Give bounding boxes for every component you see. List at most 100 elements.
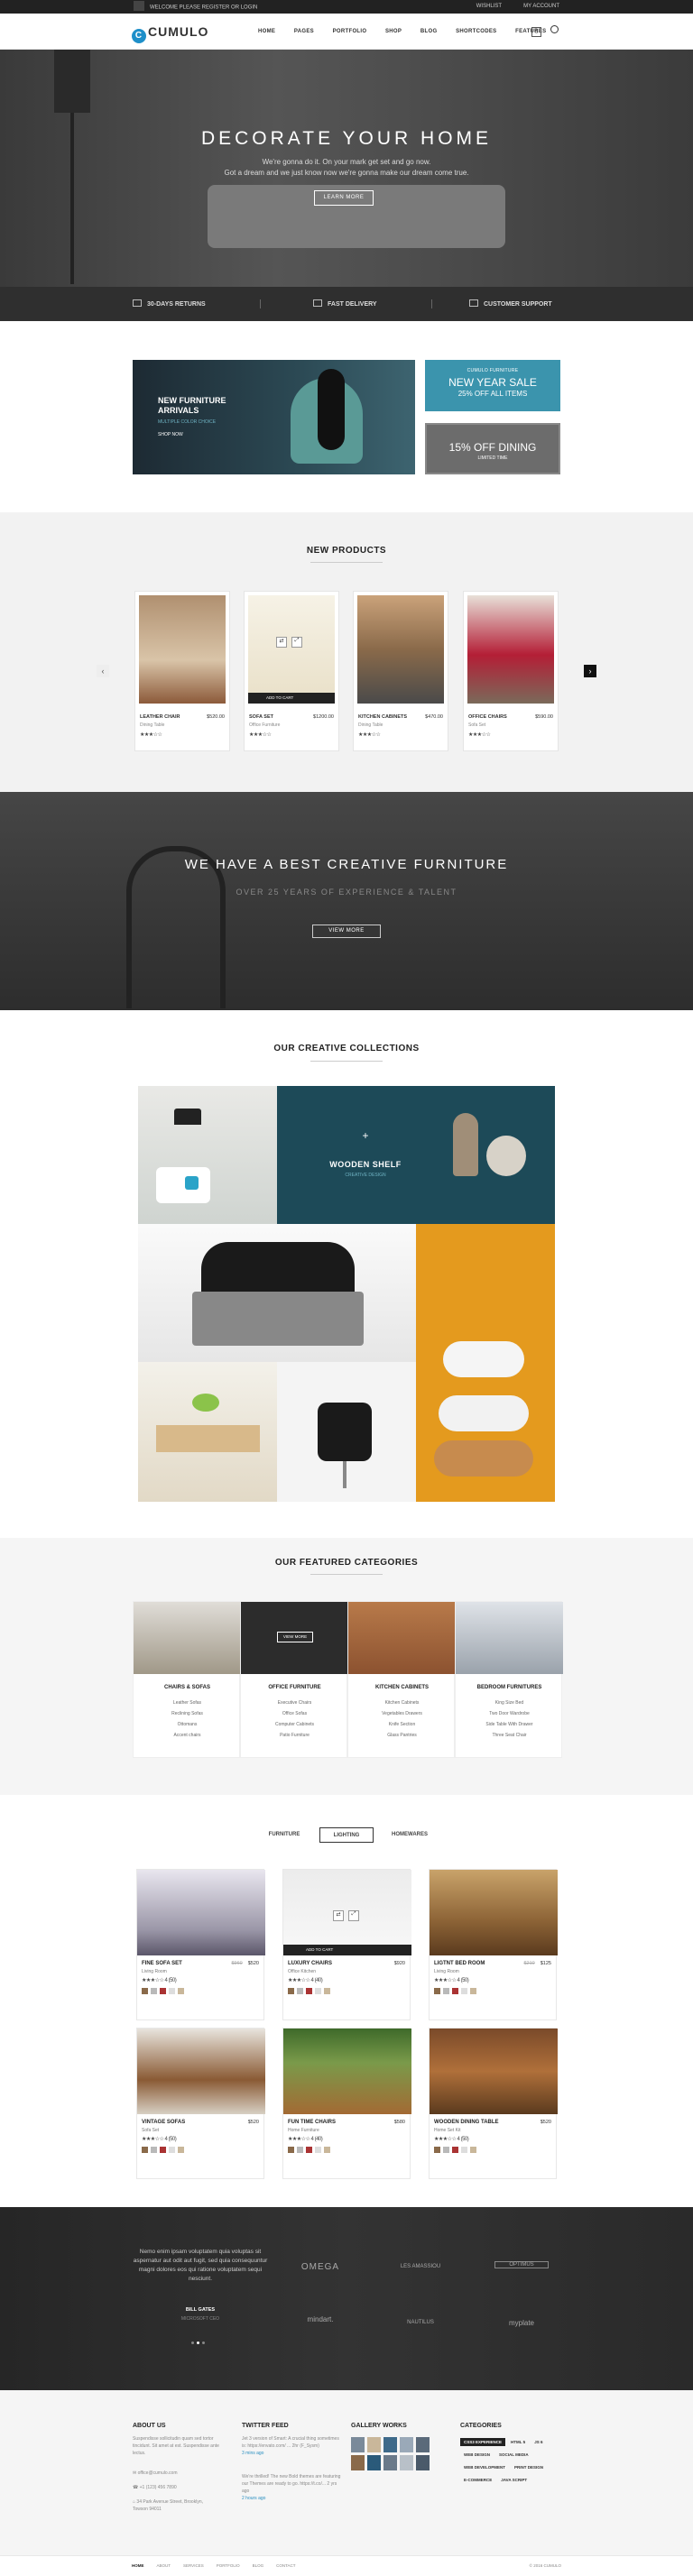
collection-bedroom[interactable] bbox=[138, 1224, 416, 1362]
category-title[interactable]: BEDROOM FURNITURES bbox=[456, 1685, 563, 1690]
swatch[interactable] bbox=[306, 2147, 312, 2153]
collection-wooden-shelf[interactable]: + WOODEN SHELF CREATIVE DESIGN bbox=[277, 1086, 555, 1224]
tweet-text[interactable]: We're thrilled! The new Bold themes are … bbox=[242, 2474, 340, 2494]
category-link[interactable]: Three Seat Chair bbox=[456, 1730, 563, 1741]
logo[interactable]: C CUMULO bbox=[132, 24, 208, 43]
welcome-text[interactable]: WELCOME PLEASE REGISTER OR LOGIN bbox=[150, 5, 257, 11]
gallery-thumb[interactable] bbox=[367, 2455, 381, 2470]
tag[interactable]: WEB DEVELOPMENT bbox=[460, 2463, 509, 2471]
footer-link-about[interactable]: ABOUT bbox=[157, 2563, 171, 2568]
gallery-thumb[interactable] bbox=[351, 2455, 365, 2470]
brand-logo-optimus[interactable]: OPTIMUS bbox=[494, 2261, 549, 2268]
gallery-thumb[interactable] bbox=[416, 2437, 430, 2452]
search-icon[interactable] bbox=[550, 25, 559, 33]
category-title[interactable]: OFFICE FURNITURE bbox=[241, 1685, 348, 1690]
shop-card[interactable]: LIGTNT BED ROOM $210 $125 Living Room ★★★… bbox=[429, 1869, 558, 2020]
nav-shortcodes[interactable]: SHORTCODES bbox=[456, 29, 496, 34]
swatch[interactable] bbox=[169, 2147, 175, 2153]
wishlist-link[interactable]: WISHLIST bbox=[476, 4, 502, 9]
carousel-dot[interactable] bbox=[191, 2341, 194, 2344]
swatch[interactable] bbox=[142, 2147, 148, 2153]
swatch[interactable] bbox=[443, 1988, 449, 1994]
brand-logo-myplate[interactable]: myplate bbox=[485, 2319, 558, 2327]
view-more-button[interactable]: VIEW MORE bbox=[312, 925, 381, 938]
swatch[interactable] bbox=[142, 1988, 148, 1994]
gallery-thumb[interactable] bbox=[400, 2455, 413, 2470]
account-link[interactable]: MY ACCOUNT bbox=[523, 4, 559, 9]
product-name[interactable]: KITCHEN CABINETS bbox=[358, 714, 407, 720]
expand-icon[interactable]: ⤢ bbox=[348, 1910, 359, 1921]
shop-card[interactable]: VINTAGE SOFAS $520 Sofa Set ★★★☆☆ 4 (50) bbox=[136, 2028, 265, 2179]
swatch[interactable] bbox=[151, 2147, 157, 2153]
shop-card[interactable]: ⇄ ⤢ ADD TO CART LUXURY CHAIRS $920 Offic… bbox=[282, 1869, 411, 2020]
category-link[interactable]: King Size Bed bbox=[456, 1697, 563, 1708]
expand-icon[interactable]: ⤢ bbox=[291, 637, 302, 648]
category-link[interactable]: Glass Pantries bbox=[348, 1730, 456, 1741]
footer-link-portfolio[interactable]: PORTFOLIO bbox=[217, 2563, 240, 2568]
brand-logo-omega[interactable]: OMEGA bbox=[284, 2262, 356, 2272]
swatch[interactable] bbox=[470, 2147, 476, 2153]
promo-new-year-sale[interactable]: CUMULO FURNITURE NEW YEAR SALE 25% OFF A… bbox=[425, 360, 560, 411]
category-view-button[interactable]: VIEW MORE bbox=[277, 1632, 313, 1642]
nav-blog[interactable]: BLOG bbox=[420, 29, 438, 34]
carousel-dot[interactable] bbox=[197, 2341, 199, 2344]
swatch[interactable] bbox=[297, 1988, 303, 1994]
swatch[interactable] bbox=[297, 2147, 303, 2153]
category-link[interactable]: Office Sofas bbox=[241, 1708, 348, 1719]
category-link[interactable]: Kitchen Cabinets bbox=[348, 1697, 456, 1708]
gallery-thumb[interactable] bbox=[383, 2455, 397, 2470]
product-name[interactable]: LEATHER CHAIR bbox=[140, 714, 180, 720]
swatch[interactable] bbox=[169, 1988, 175, 1994]
footer-email[interactable]: ✉ office@cumulo.com bbox=[133, 2470, 177, 2477]
gallery-thumb[interactable] bbox=[367, 2437, 381, 2452]
swatch[interactable] bbox=[160, 2147, 166, 2153]
category-card-chairs[interactable]: CHAIRS & SOFAS Leather Sofas Reclining S… bbox=[133, 1601, 241, 1758]
category-link[interactable]: Computer Cabinets bbox=[241, 1719, 348, 1730]
category-card-office[interactable]: VIEW MORE OFFICE FURNITURE Executive Cha… bbox=[240, 1601, 348, 1758]
category-card-bedroom[interactable]: BEDROOM FURNITURES King Size Bed Two Doo… bbox=[455, 1601, 563, 1758]
footer-link-blog[interactable]: BLOG bbox=[253, 2563, 264, 2568]
tag[interactable]: PRINT DESIGN bbox=[511, 2463, 547, 2471]
product-name[interactable]: FINE SOFA SET bbox=[142, 1961, 182, 1966]
product-card[interactable]: LEATHER CHAIR $520.00 Dining Table ★★★☆☆ bbox=[134, 591, 230, 751]
tab-homewares[interactable]: HOMEWARES bbox=[383, 1827, 437, 1843]
gallery-thumb[interactable] bbox=[383, 2437, 397, 2452]
category-title[interactable]: KITCHEN CABINETS bbox=[348, 1685, 456, 1690]
collection-living-room[interactable] bbox=[138, 1086, 277, 1224]
collection-lounge-chairs[interactable] bbox=[416, 1224, 555, 1502]
product-name[interactable]: VINTAGE SOFAS bbox=[142, 2120, 185, 2125]
tag[interactable]: HTML 5 bbox=[507, 2438, 529, 2446]
nav-home[interactable]: HOME bbox=[258, 29, 275, 34]
category-card-kitchen[interactable]: KITCHEN CABINETS Kitchen Cabinets Vegeta… bbox=[347, 1601, 456, 1758]
tag[interactable]: E-COMMERCE bbox=[460, 2476, 495, 2484]
tab-lighting[interactable]: LIGHTING bbox=[319, 1827, 374, 1843]
gallery-thumb[interactable] bbox=[351, 2437, 365, 2452]
shop-card[interactable]: FINE SOFA SET $960 $520 Living Room ★★★☆☆… bbox=[136, 1869, 265, 2020]
category-link[interactable]: Two Door Wardrobe bbox=[456, 1708, 563, 1719]
brand-logo-nautilus[interactable]: NAUTILUS bbox=[384, 2320, 457, 2325]
footer-link-home[interactable]: HOME bbox=[132, 2563, 144, 2568]
shop-now-link[interactable]: SHOP NOW bbox=[158, 432, 183, 437]
swatch[interactable] bbox=[306, 1988, 312, 1994]
footer-link-services[interactable]: SERVICES bbox=[183, 2563, 204, 2568]
cart-icon[interactable]: 0 bbox=[531, 27, 541, 37]
product-name[interactable]: WOODEN DINING TABLE bbox=[434, 2120, 499, 2125]
swatch[interactable] bbox=[470, 1988, 476, 1994]
collection-office-chair[interactable] bbox=[277, 1362, 416, 1502]
swatch[interactable] bbox=[452, 1988, 458, 1994]
product-card[interactable]: OFFICE CHAIRS $590.00 Sofa Set ★★★☆☆ bbox=[463, 591, 559, 751]
next-arrow-icon[interactable]: › bbox=[584, 665, 596, 677]
nav-portfolio[interactable]: PORTFOLIO bbox=[333, 29, 367, 34]
add-to-cart-button[interactable]: ADD TO CART bbox=[283, 1945, 411, 1955]
tag[interactable]: WEB DESIGN bbox=[460, 2451, 494, 2459]
product-name[interactable]: OFFICE CHAIRS bbox=[468, 714, 507, 720]
product-name[interactable]: LIGTNT BED ROOM bbox=[434, 1961, 485, 1966]
nav-shop[interactable]: SHOP bbox=[385, 29, 402, 34]
swatch[interactable] bbox=[324, 1988, 330, 1994]
tag[interactable]: SOCIAL MEDIA bbox=[495, 2451, 532, 2459]
swatch[interactable] bbox=[461, 2147, 467, 2153]
swatch[interactable] bbox=[315, 1988, 321, 1994]
product-card[interactable]: KITCHEN CABINETS $470.00 Dining Table ★★… bbox=[353, 591, 448, 751]
add-to-cart-button[interactable]: ADD TO CART bbox=[248, 693, 335, 704]
shop-card[interactable]: FUN TIME CHAIRS $580 Home Furniture ★★★☆… bbox=[282, 2028, 411, 2179]
